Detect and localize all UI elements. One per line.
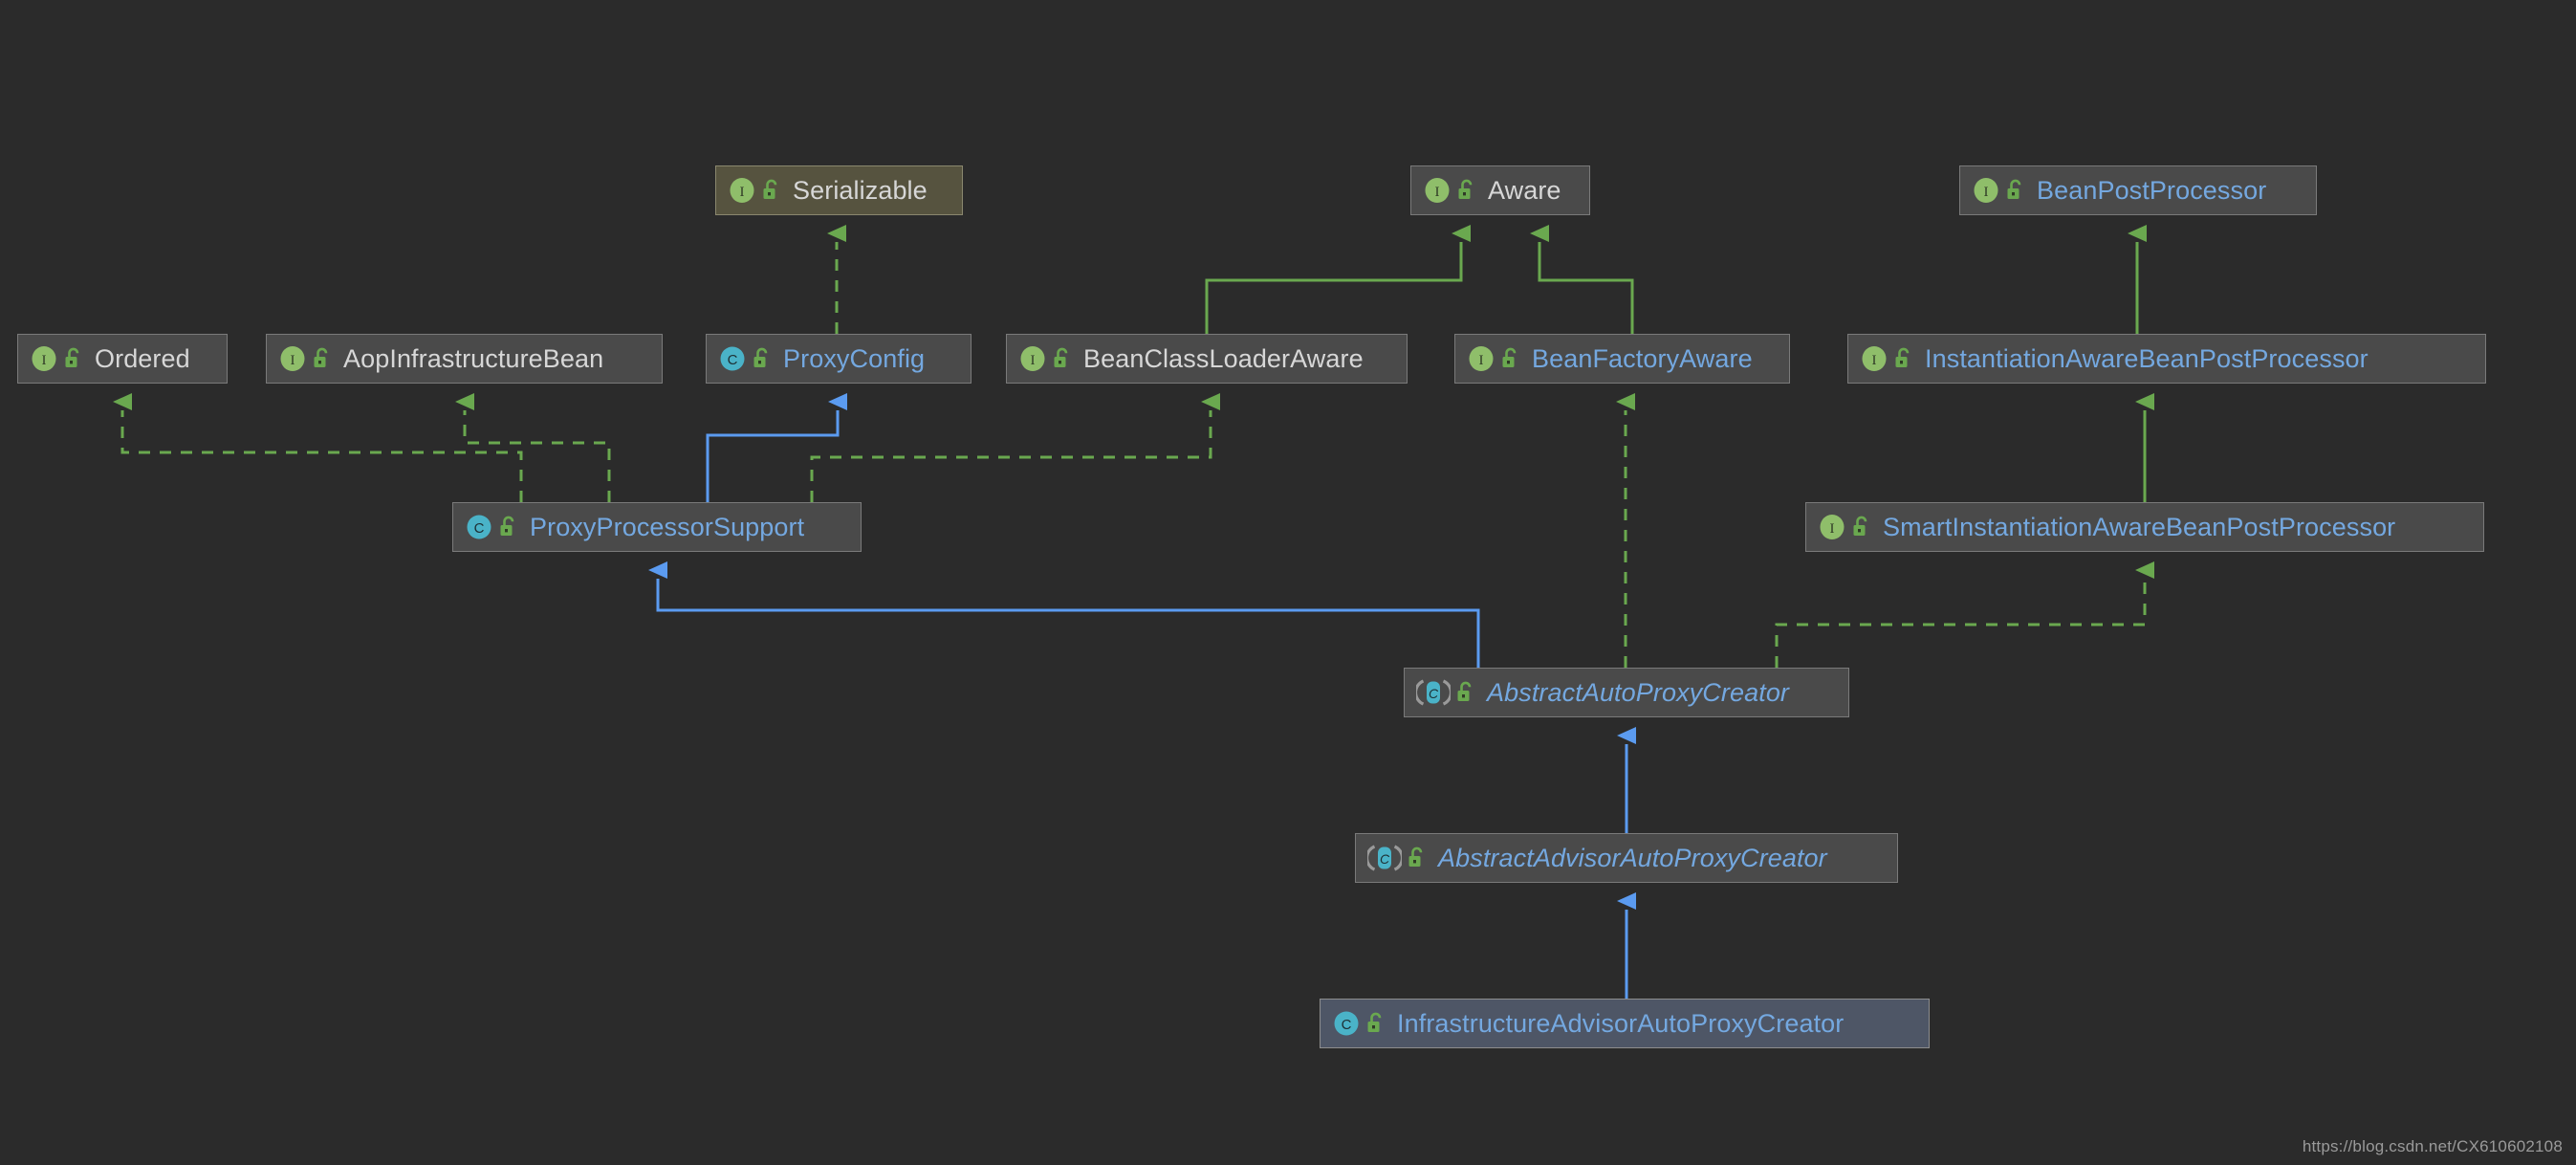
class-node-label: Ordered <box>95 343 190 373</box>
edge-pps-extends-proxyconfig <box>706 393 847 502</box>
interface-icon: I <box>1018 344 1047 373</box>
class-node-bclaware[interactable]: I BeanClassLoaderAware <box>1006 334 1408 384</box>
interface-icon: I <box>1860 344 1888 373</box>
interface-icon: I <box>728 176 756 205</box>
svg-text:I: I <box>291 353 295 368</box>
unlocked-padlock-icon <box>1053 347 1072 370</box>
class-node-label: AbstractAutoProxyCreator <box>1487 677 1790 707</box>
class-node-iabpp[interactable]: I InstantiationAwareBeanPostProcessor <box>1847 334 2486 384</box>
class-node-label: InstantiationAwareBeanPostProcessor <box>1925 343 2369 373</box>
unlocked-padlock-icon <box>1456 681 1475 704</box>
svg-text:C: C <box>1429 686 1439 701</box>
class-node-aaapc[interactable]: C AbstractAdvisorAutoProxyCreator <box>1355 833 1898 883</box>
class-node-pps[interactable]: C ProxyProcessorSupport <box>452 502 862 552</box>
unlocked-padlock-icon <box>1457 179 1476 202</box>
class-node-aopinfra[interactable]: I AopInfrastructureBean <box>266 334 663 384</box>
class-node-serializable[interactable]: I Serializable <box>715 165 963 215</box>
unlocked-padlock-icon <box>753 347 772 370</box>
svg-text:I: I <box>740 185 745 200</box>
unlocked-padlock-icon <box>1852 516 1871 539</box>
abstract-class-icon: C <box>1367 844 1402 872</box>
watermark: https://blog.csdn.net/CX610602108 <box>2302 1137 2563 1155</box>
unlocked-padlock-icon <box>1894 347 1913 370</box>
svg-text:C: C <box>1380 851 1390 867</box>
unlocked-padlock-icon <box>499 516 518 539</box>
class-icon: C <box>1332 1009 1361 1038</box>
svg-text:I: I <box>1435 185 1440 200</box>
abstract-class-icon: C <box>1416 678 1451 707</box>
class-node-aapc[interactable]: C AbstractAutoProxyCreator <box>1404 668 1849 717</box>
svg-text:C: C <box>1342 1017 1352 1033</box>
unlocked-padlock-icon <box>1366 1012 1386 1035</box>
svg-text:C: C <box>728 352 738 368</box>
class-icon: C <box>465 513 493 541</box>
class-node-label: BeanPostProcessor <box>2037 175 2267 205</box>
interface-icon: I <box>1423 176 1452 205</box>
svg-text:I: I <box>1479 353 1484 368</box>
class-node-label: SmartInstantiationAwareBeanPostProcessor <box>1883 512 2396 541</box>
edge-pps-implements-ordered <box>113 393 523 502</box>
class-node-proxyconfig[interactable]: C ProxyConfig <box>706 334 971 384</box>
class-node-iaapc[interactable]: C InfrastructureAdvisorAutoProxyCreator <box>1320 999 1930 1048</box>
class-node-label: Serializable <box>793 175 928 205</box>
class-node-label: ProxyProcessorSupport <box>530 512 805 541</box>
unlocked-padlock-icon <box>2006 179 2025 202</box>
interface-icon: I <box>1818 513 1846 541</box>
class-node-label: AopInfrastructureBean <box>343 343 604 373</box>
unlocked-padlock-icon <box>1501 347 1520 370</box>
svg-text:I: I <box>1031 353 1036 368</box>
edge-pps-implements-aopinfrastructurebean <box>455 393 611 502</box>
edge-beanclassloaderaware-extends-aware <box>1205 225 1471 334</box>
class-node-aware[interactable]: I Aware <box>1410 165 1590 215</box>
class-icon: C <box>718 344 747 373</box>
unlocked-padlock-icon <box>64 347 83 370</box>
interface-icon: I <box>30 344 58 373</box>
interface-icon: I <box>1972 176 2000 205</box>
unlocked-padlock-icon <box>762 179 781 202</box>
svg-text:I: I <box>1830 521 1835 537</box>
class-node-label: InfrastructureAdvisorAutoProxyCreator <box>1397 1008 1845 1038</box>
interface-icon: I <box>1467 344 1495 373</box>
class-node-ordered[interactable]: I Ordered <box>17 334 228 384</box>
svg-text:I: I <box>42 353 47 368</box>
svg-text:I: I <box>1984 185 1989 200</box>
edge-aapc-extends-pps <box>648 561 1480 668</box>
svg-text:I: I <box>1872 353 1877 368</box>
class-node-label: BeanClassLoaderAware <box>1083 343 1364 373</box>
class-diagram-canvas: I Serializable I Aware I BeanPostProcessor I Or… <box>0 0 2576 1165</box>
edge-aapc-implements-siabpp <box>1775 561 2154 668</box>
interface-icon: I <box>278 344 307 373</box>
unlocked-padlock-icon <box>313 347 332 370</box>
class-node-bfaware[interactable]: I BeanFactoryAware <box>1454 334 1790 384</box>
class-node-label: AbstractAdvisorAutoProxyCreator <box>1438 843 1827 872</box>
unlocked-padlock-icon <box>1408 846 1427 869</box>
svg-text:C: C <box>474 520 485 537</box>
edge-pps-implements-beanclassloaderaware <box>810 393 1220 502</box>
edge-beanfactoryaware-extends-aware <box>1530 225 1634 334</box>
class-node-beanpost[interactable]: I BeanPostProcessor <box>1959 165 2317 215</box>
class-node-label: ProxyConfig <box>783 343 926 373</box>
class-node-label: Aware <box>1488 175 1561 205</box>
class-node-siabpp[interactable]: I SmartInstantiationAwareBeanPostProcesso… <box>1805 502 2484 552</box>
class-node-label: BeanFactoryAware <box>1532 343 1753 373</box>
